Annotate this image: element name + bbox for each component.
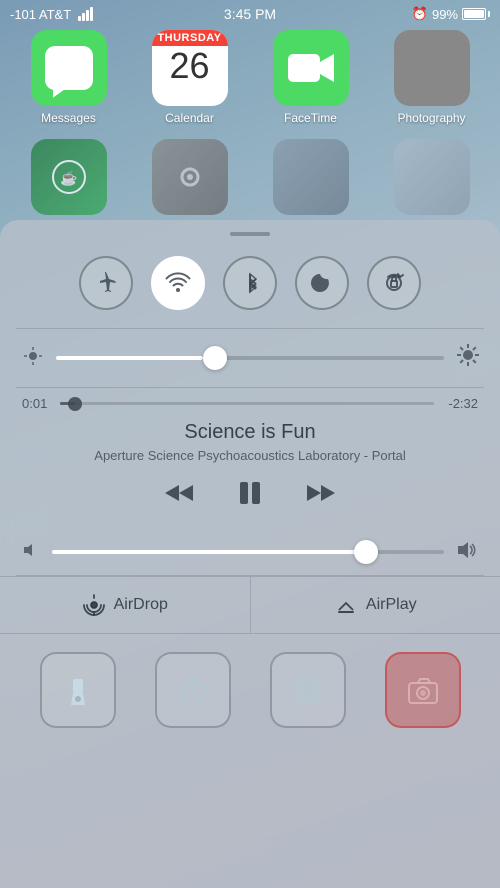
volume-high-icon (456, 539, 478, 565)
airplane-icon (93, 270, 119, 296)
cc-handle-bar (230, 232, 270, 236)
app-starbucks[interactable]: ☕ (15, 139, 123, 220)
flashlight-icon (59, 671, 97, 709)
media-player: 0:01 -2:32 Science is Fun Aperture Scien… (0, 388, 500, 539)
brightness-thumb[interactable] (203, 346, 227, 370)
flashlight-button[interactable] (40, 652, 116, 728)
carrier-label: -101 AT&T (10, 7, 71, 22)
status-left: -101 AT&T (10, 7, 93, 22)
app-photography-label: Photography (397, 111, 465, 125)
app-photography[interactable]: Photography (378, 30, 486, 125)
rewind-button[interactable] (163, 477, 195, 509)
status-right: ⏰ 99% (412, 6, 490, 22)
rotation-toggle[interactable] (367, 256, 421, 310)
app-messages[interactable]: Messages (15, 30, 123, 125)
status-time: 3:45 PM (224, 6, 276, 22)
bluetooth-icon (237, 270, 263, 296)
app-row-1: Messages Thursday 26 Calendar FaceTime (8, 30, 492, 125)
airdrop-icon (82, 593, 106, 617)
media-song-title: Science is Fun (22, 421, 478, 444)
media-time-row: 0:01 -2:32 (22, 396, 478, 411)
pause-button[interactable] (235, 478, 265, 508)
wifi-toggle[interactable] (151, 256, 205, 310)
camera-button[interactable] (385, 652, 461, 728)
media-artist: Aperture Science Psychoacoustics Laborat… (22, 448, 478, 463)
media-remaining: -2:32 (442, 396, 478, 411)
volume-thumb[interactable] (354, 540, 378, 564)
volume-fill (52, 550, 366, 554)
cc-services-row: AirDrop AirPlay (0, 576, 500, 634)
messages-bubble-icon (45, 46, 93, 90)
alarm-icon: ⏰ (412, 6, 428, 22)
cc-handle (0, 220, 500, 244)
brightness-high-icon (456, 343, 478, 373)
app-row-2: ☕ (8, 139, 492, 220)
airplay-button[interactable]: AirPlay (251, 577, 500, 633)
app-settings[interactable] (136, 139, 244, 220)
settings-icon (170, 157, 210, 197)
timer-icon (174, 671, 212, 709)
camera-icon (404, 671, 442, 709)
homescreen: Messages Thursday 26 Calendar FaceTime (0, 0, 500, 220)
cc-toggles-row (0, 244, 500, 328)
wifi-toggle-icon (165, 270, 191, 296)
app-facetime-label: FaceTime (284, 111, 337, 125)
quick-actions-row (0, 634, 500, 752)
airplay-icon (334, 593, 358, 617)
media-controls (22, 477, 478, 509)
airdrop-button[interactable]: AirDrop (0, 577, 251, 633)
media-progress-thumb[interactable] (68, 397, 82, 411)
timer-button[interactable] (155, 652, 231, 728)
app-calendar-label: Calendar (165, 111, 214, 125)
starbucks-icon: ☕ (49, 157, 89, 197)
volume-track[interactable] (52, 550, 444, 554)
control-center: 0:01 -2:32 Science is Fun Aperture Scien… (0, 220, 500, 888)
svg-text:☕: ☕ (60, 169, 77, 187)
app-facetime[interactable]: FaceTime (257, 30, 365, 125)
volume-row (0, 539, 500, 575)
brightness-fill (56, 356, 203, 360)
calculator-icon (289, 671, 327, 709)
dnd-toggle[interactable] (295, 256, 349, 310)
battery-icon (462, 8, 490, 20)
bluetooth-toggle[interactable] (223, 256, 277, 310)
facetime-camera-icon (286, 50, 336, 86)
battery-percent: 99% (432, 7, 458, 22)
status-bar: -101 AT&T 3:45 PM ⏰ 99% (0, 0, 500, 28)
airdrop-label: AirDrop (114, 596, 168, 614)
brightness-low-icon (22, 346, 44, 371)
airplane-toggle[interactable] (79, 256, 133, 310)
airplay-label: AirPlay (366, 596, 417, 614)
fastforward-button[interactable] (305, 477, 337, 509)
brightness-track[interactable] (56, 356, 444, 360)
media-progress-track[interactable] (60, 402, 434, 405)
app-folder[interactable] (378, 139, 486, 220)
calculator-button[interactable] (270, 652, 346, 728)
app-calendar[interactable]: Thursday 26 Calendar (136, 30, 244, 125)
rotation-lock-icon (381, 270, 407, 296)
calendar-day-number: 26 (169, 48, 209, 84)
moon-icon (309, 270, 335, 296)
brightness-slider-row (0, 329, 500, 387)
app-messages-label: Messages (41, 111, 96, 125)
calendar-day-name: Thursday (152, 30, 228, 46)
wifi-signal-icon (78, 7, 93, 21)
volume-low-icon (22, 541, 40, 563)
media-elapsed: 0:01 (22, 396, 52, 411)
app-unknown[interactable] (257, 139, 365, 220)
